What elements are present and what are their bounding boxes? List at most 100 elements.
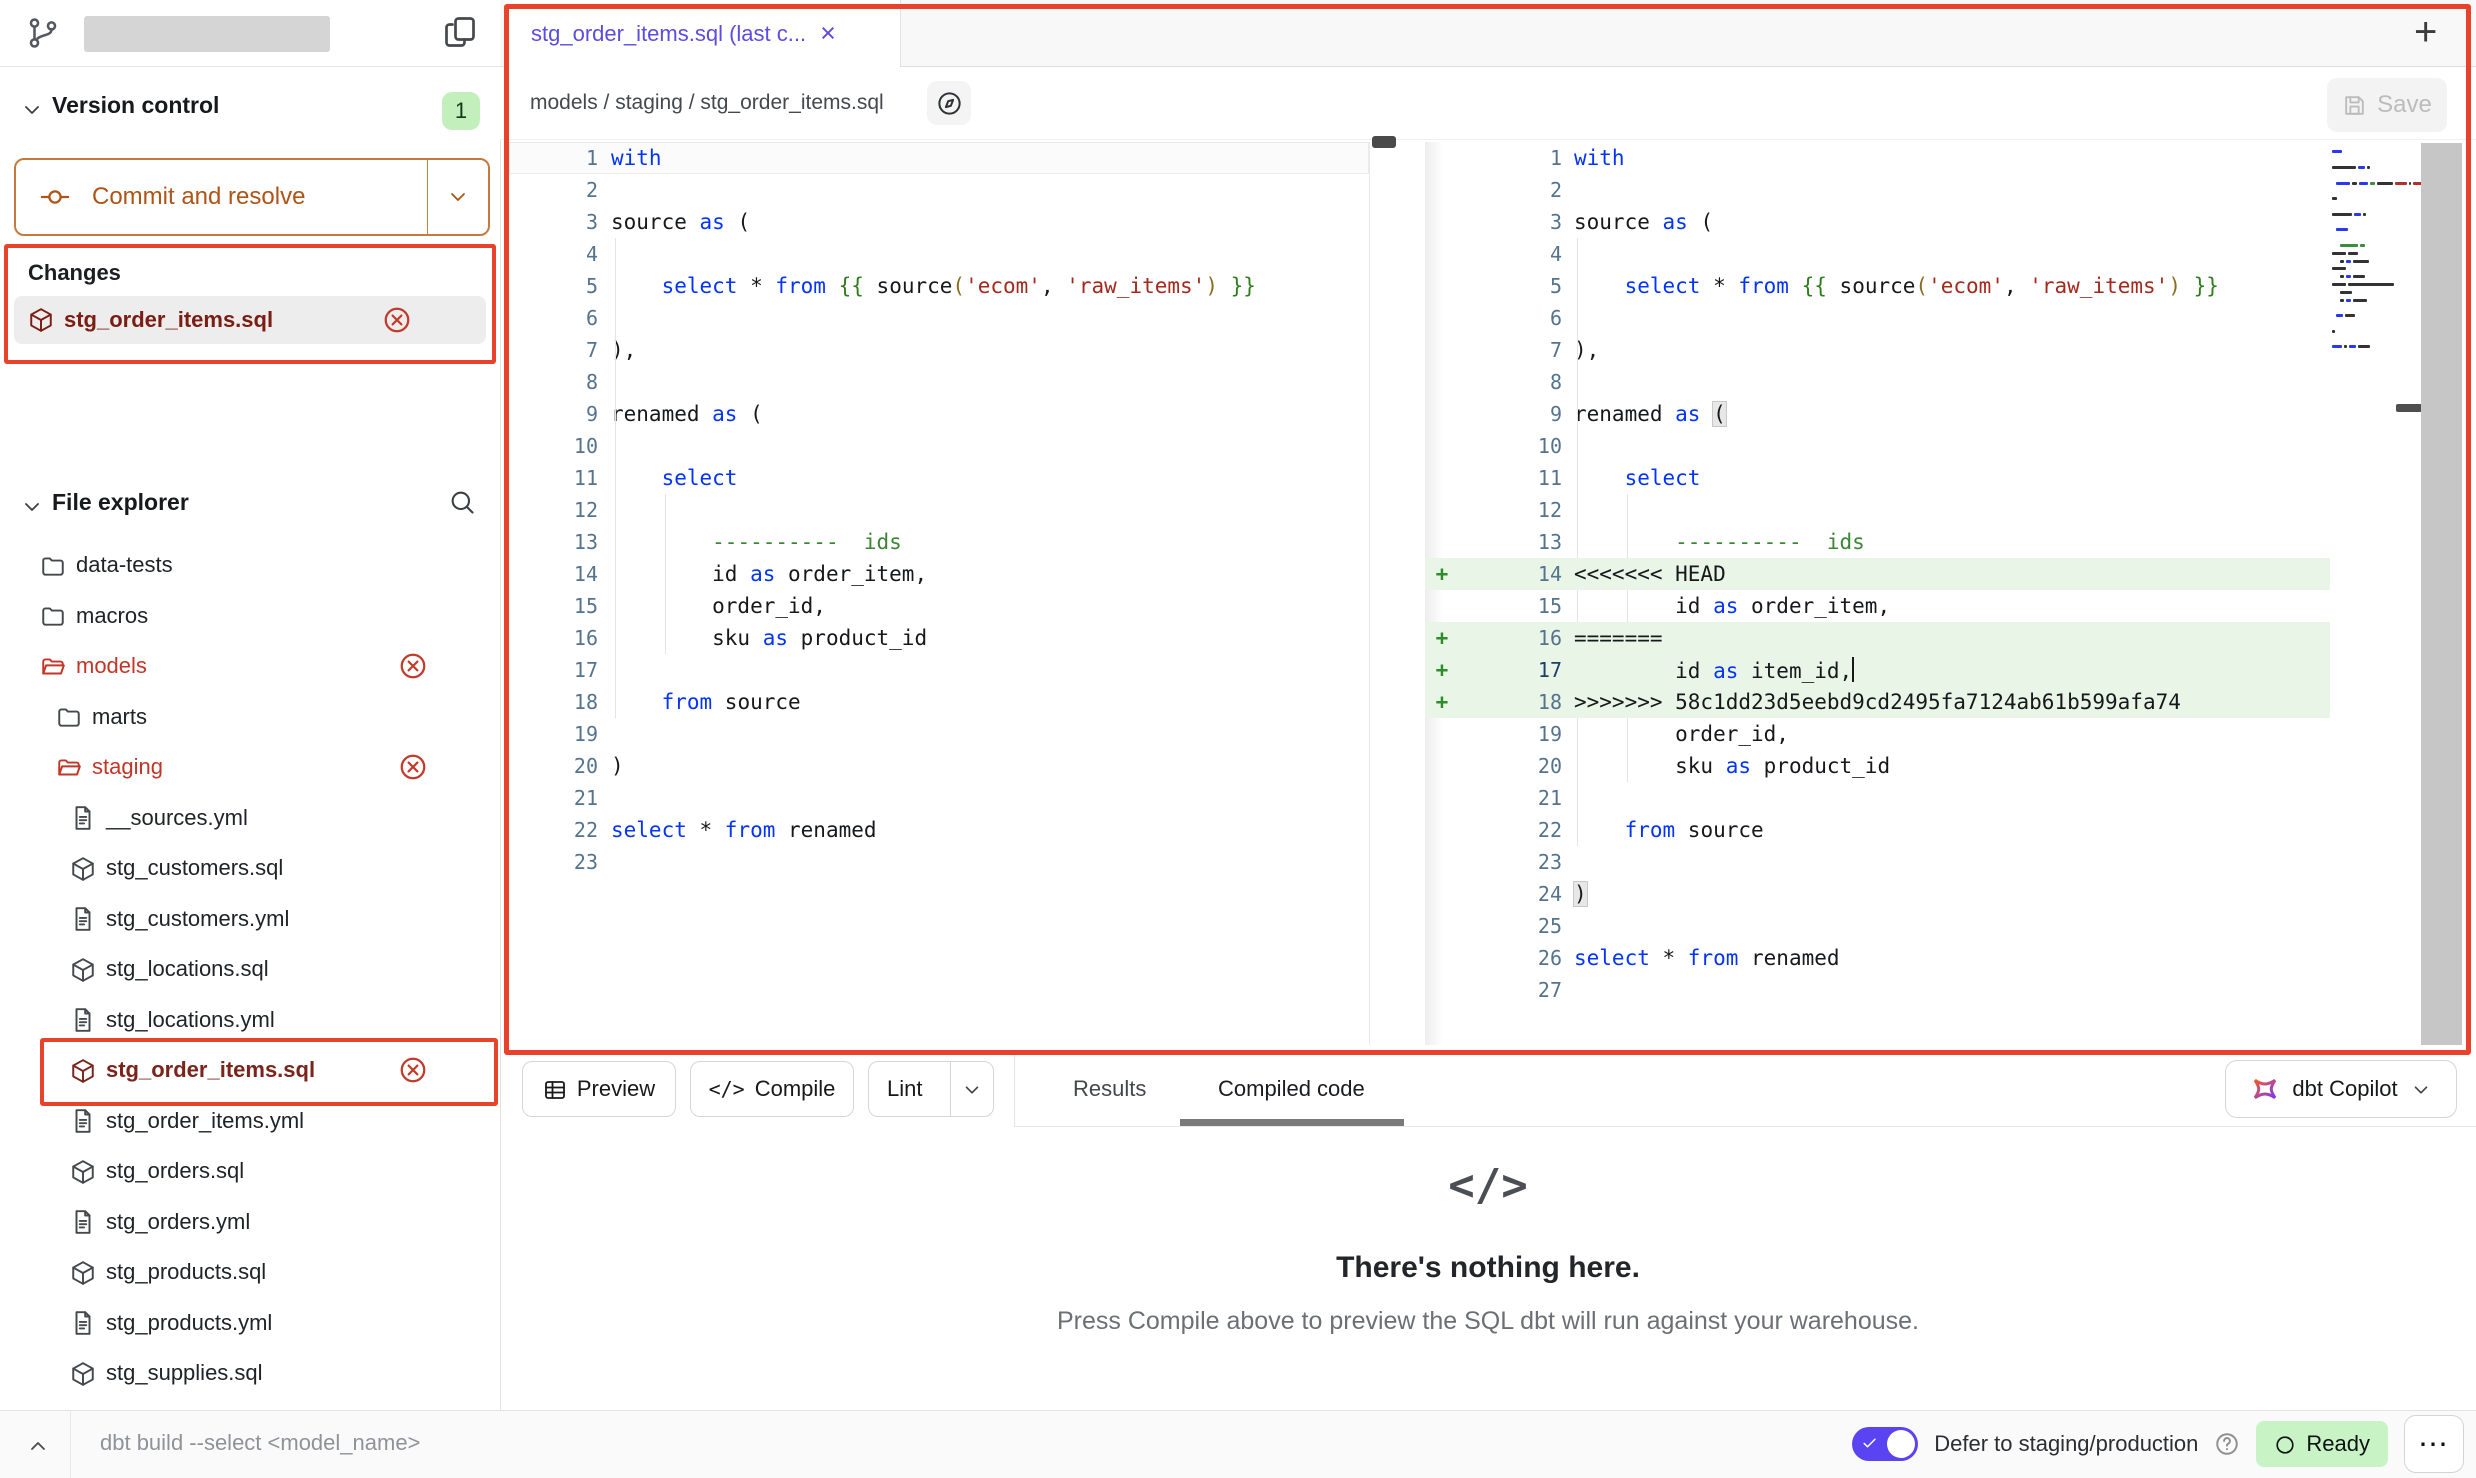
revert-file-icon[interactable]: [398, 651, 428, 681]
file-tree-item-marts[interactable]: marts: [0, 692, 500, 743]
file-tree-item-label: stg_supplies.sql: [106, 1360, 263, 1386]
commit-icon: [40, 182, 70, 212]
folder-icon: [56, 703, 82, 730]
revert-file-icon[interactable]: [382, 305, 412, 335]
file-tree-item-stg_order_items.yml[interactable]: stg_order_items.yml: [0, 1096, 500, 1147]
code-line-22: 22 from source: [1425, 814, 2330, 846]
chevron-down-icon: [961, 1076, 983, 1102]
preview-button[interactable]: Preview: [522, 1061, 676, 1117]
folder-icon: [40, 602, 66, 629]
code-line-16: +16=======: [1425, 622, 2330, 654]
code-editor-right[interactable]: 1with23source as (45 select * from {{ so…: [1425, 142, 2330, 1006]
file-tree-item-stg_products.sql[interactable]: stg_products.sql: [0, 1247, 500, 1298]
file-tree-item-macros[interactable]: macros: [0, 591, 500, 642]
file-tree-item-label: stg_locations.sql: [106, 956, 269, 982]
lint-dropdown-button[interactable]: [950, 1062, 993, 1116]
tab-stg-order-items[interactable]: stg_order_items.sql (last c... ×: [505, 0, 901, 67]
file-tree-item-label: stg_customers.sql: [106, 855, 283, 881]
chevron-down-icon[interactable]: [20, 495, 44, 519]
sidebar-header: [0, 0, 500, 67]
code-line-17: 17: [509, 654, 1369, 686]
help-icon[interactable]: [2214, 1431, 2240, 1457]
revert-file-icon[interactable]: [398, 1055, 428, 1085]
file-tree-item-stg_locations.sql[interactable]: stg_locations.sql: [0, 944, 500, 995]
changed-file-row[interactable]: stg_order_items.sql: [14, 296, 486, 344]
new-tab-button[interactable]: +: [2414, 10, 2437, 55]
file-tree-item-label: data-tests: [76, 552, 173, 578]
file-tree-item-label: stg_order_items.sql: [106, 1057, 315, 1083]
close-icon[interactable]: ×: [820, 20, 836, 47]
file-tree-item-label: stg_customers.yml: [106, 906, 289, 932]
minimap-slider[interactable]: [2396, 404, 2422, 412]
save-button[interactable]: Save: [2327, 78, 2447, 132]
more-options-button[interactable]: ⋯: [2404, 1415, 2464, 1473]
lint-button[interactable]: Lint: [868, 1061, 994, 1117]
code-line-1: 1with: [509, 142, 1369, 174]
file-tree-item-label: models: [76, 653, 147, 679]
file-tree-item-stg_supplies.sql[interactable]: stg_supplies.sql: [0, 1348, 500, 1399]
empty-state-title: There's nothing here.: [500, 1251, 2476, 1285]
defer-toggle[interactable]: [1852, 1427, 1918, 1461]
file-tree-item-label: __sources.yml: [106, 805, 248, 831]
code-line-13: 13 ---------- ids: [1425, 526, 2330, 558]
code-line-1: 1with: [1425, 142, 2330, 174]
file-tree-item-stg_orders.sql[interactable]: stg_orders.sql: [0, 1146, 500, 1197]
code-line-25: 25: [1425, 910, 2330, 942]
code-line-2: 2: [1425, 174, 2330, 206]
copilot-sparkle-icon: [2250, 1074, 2280, 1104]
code-line-7: 7),: [509, 334, 1369, 366]
chevron-up-icon[interactable]: [26, 1434, 50, 1458]
model-cube-icon: [70, 1259, 96, 1286]
breadcrumb: models / staging / stg_order_items.sql: [530, 91, 884, 115]
code-line-23: 23: [509, 846, 1369, 878]
folder-icon: [56, 754, 82, 781]
code-line-23: 23: [1425, 846, 2330, 878]
code-line-14: 14 id as order_item,: [509, 558, 1369, 590]
file-tree-item-stg_products.yml[interactable]: stg_products.yml: [0, 1298, 500, 1349]
dbt-copilot-button[interactable]: dbt Copilot: [2225, 1060, 2457, 1118]
chevron-down-icon[interactable]: [20, 98, 44, 122]
code-icon: </>: [500, 1160, 2476, 1211]
file-tree-item-stg_orders.yml[interactable]: stg_orders.yml: [0, 1197, 500, 1248]
minimap[interactable]: [2332, 148, 2418, 359]
revert-file-icon[interactable]: [398, 752, 428, 782]
code-line-8: 8: [1425, 366, 2330, 398]
tab-compiled-code[interactable]: Compiled code: [1218, 1076, 1365, 1102]
file-tree-item-__sources.yml[interactable]: __sources.yml: [0, 793, 500, 844]
commit-dropdown-button[interactable]: [427, 160, 488, 234]
sidebar: Version control 1 Commit and resolve Cha…: [0, 0, 501, 1410]
file-tree-item-label: stg_orders.yml: [106, 1209, 250, 1235]
file-tree-item-label: marts: [92, 704, 147, 730]
code-line-12: 12: [509, 494, 1369, 526]
file-tree-item-stg_customers.sql[interactable]: stg_customers.sql: [0, 843, 500, 894]
tab-results[interactable]: Results: [1073, 1076, 1146, 1102]
lineage-button[interactable]: [927, 81, 971, 125]
file-icon: [70, 804, 96, 831]
left-scrollbar-thumb[interactable]: [1372, 136, 1396, 148]
file-tree-item-data-tests[interactable]: data-tests: [0, 540, 500, 591]
code-line-15: 15 id as order_item,: [1425, 590, 2330, 622]
code-line-6: 6: [1425, 302, 2330, 334]
file-tree-item-stg_order_items.sql[interactable]: stg_order_items.sql: [0, 1045, 500, 1096]
compass-icon: [936, 90, 963, 117]
code-line-20: 20): [509, 750, 1369, 782]
file-tree-item-models[interactable]: models: [0, 641, 500, 692]
text-cursor: [1852, 657, 1854, 682]
code-line-15: 15 order_id,: [509, 590, 1369, 622]
code-editor-left[interactable]: 1with23source as (45 select * from {{ so…: [509, 142, 1369, 878]
code-line-9: 9renamed as (: [509, 398, 1369, 430]
commit-and-resolve-button[interactable]: Commit and resolve: [14, 158, 490, 236]
copy-icon[interactable]: [442, 14, 478, 50]
code-line-6: 6: [509, 302, 1369, 334]
compile-button[interactable]: </> Compile: [690, 1061, 854, 1117]
file-tree-item-staging[interactable]: staging: [0, 742, 500, 793]
code-line-10: 10: [509, 430, 1369, 462]
command-input[interactable]: dbt build --select <model_name>: [100, 1430, 420, 1456]
search-icon[interactable]: [448, 488, 476, 516]
file-explorer-title: File explorer: [52, 489, 189, 516]
pane-divider: [1369, 142, 1370, 1045]
file-tree-item-stg_customers.yml[interactable]: stg_customers.yml: [0, 894, 500, 945]
code-line-22: 22select * from renamed: [509, 814, 1369, 846]
file-tree-item-stg_locations.yml[interactable]: stg_locations.yml: [0, 995, 500, 1046]
editor-scrollbar[interactable]: [2421, 143, 2462, 1045]
